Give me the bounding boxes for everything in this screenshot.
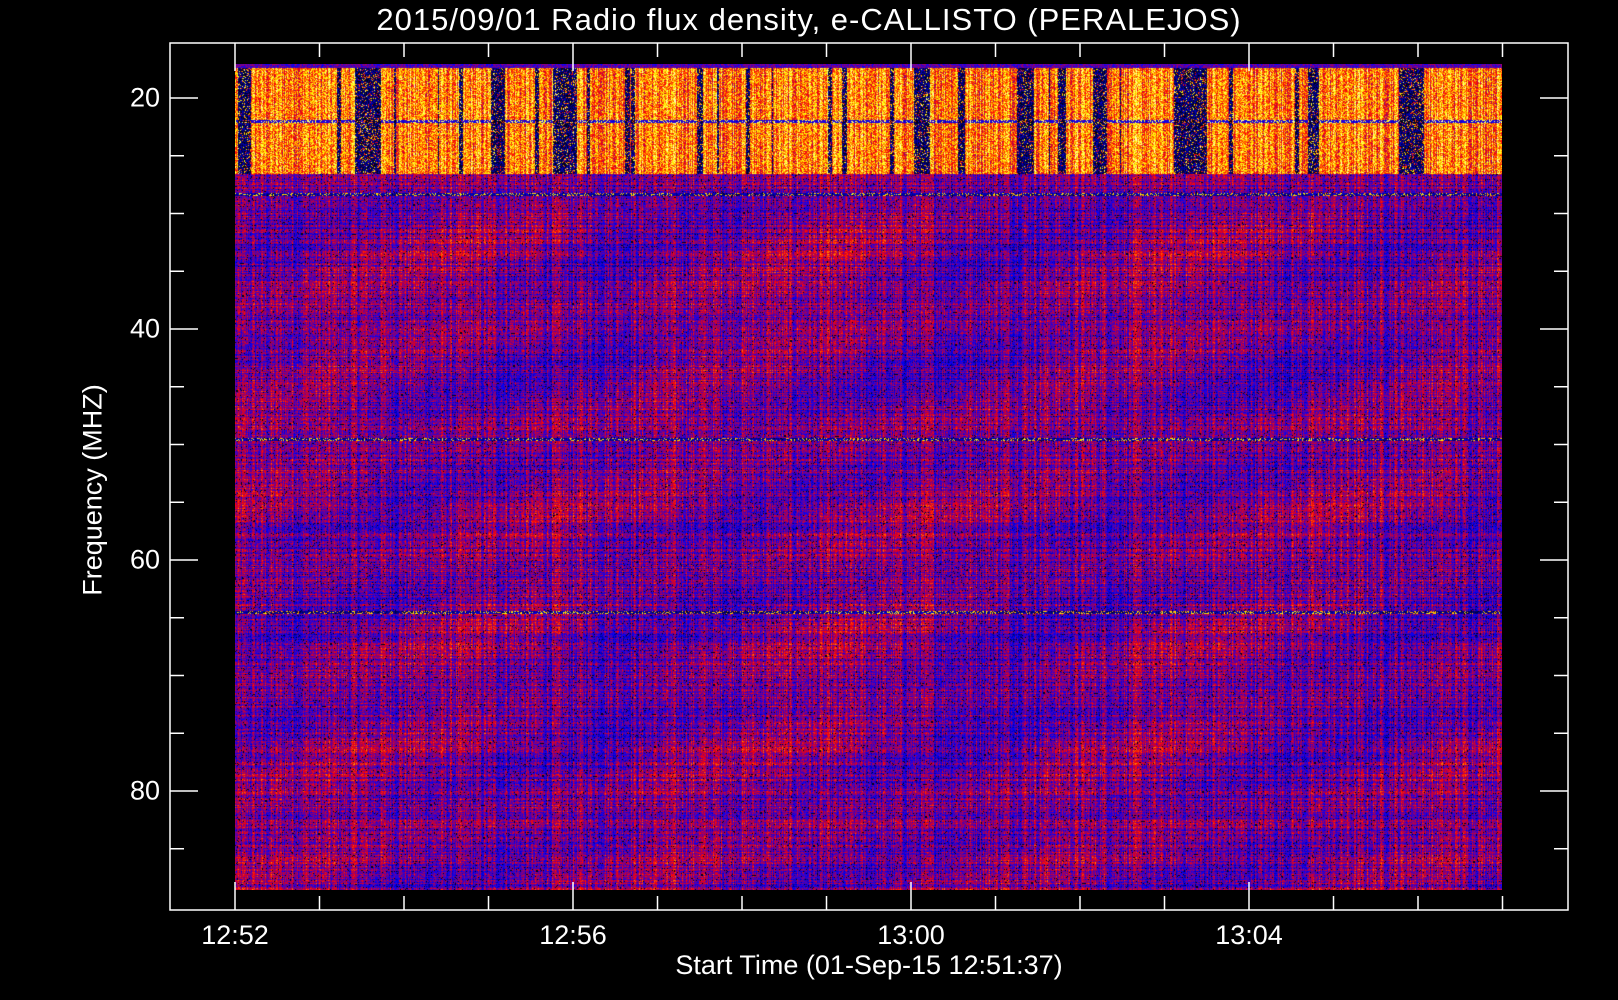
- y-tick-label: 20: [129, 82, 160, 113]
- x-tick-label: 12:52: [201, 920, 269, 950]
- plot-frame: [169, 42, 1569, 911]
- x-tick-label: 12:56: [539, 920, 607, 950]
- y-tick-label: 80: [129, 775, 160, 806]
- x-axis-label: Start Time (01-Sep-15 12:51:37): [675, 950, 1063, 980]
- y-tick-label: 40: [129, 313, 160, 344]
- x-tick-label: 13:00: [877, 920, 945, 950]
- y-axis-label: Frequency (MHZ): [77, 384, 108, 596]
- axes-box: [169, 42, 1569, 911]
- y-tick-label: 60: [129, 544, 160, 575]
- x-tick-label: 13:04: [1215, 920, 1283, 950]
